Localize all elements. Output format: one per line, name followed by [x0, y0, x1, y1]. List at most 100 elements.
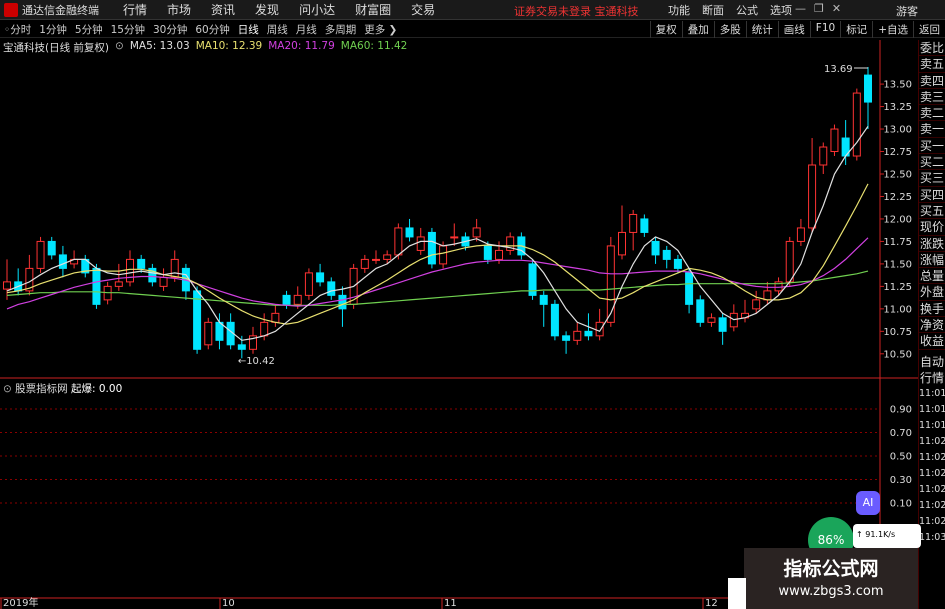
candle-body — [606, 245, 615, 323]
quote-labels: 委比 卖五 卖四 卖三 卖二 卖一 买一 买二 买三 买四 买五 现价 涨跌 涨幅 总量 外盘 换手 净资 收益 — [919, 40, 945, 350]
period-multi[interactable]: 多周期 — [321, 22, 361, 37]
watermark-title: 指标公式网 — [783, 558, 879, 580]
ma10-line — [6, 183, 869, 325]
x-tick-label: 2019年 — [3, 596, 38, 609]
candle-body — [271, 312, 280, 323]
period-fenshi[interactable]: ◦分时 — [0, 22, 35, 37]
y-tick-label: 13.50 — [883, 80, 912, 91]
period-more[interactable]: 更多 ❯ — [360, 22, 401, 37]
watermark-banner: 指标公式网 www.zbgs3.com — [744, 548, 918, 609]
menu-item-hangqing[interactable]: 行情 — [113, 1, 157, 18]
candle-body — [539, 294, 548, 305]
back-button[interactable]: 返回 — [913, 21, 945, 38]
ai-assistant-button[interactable]: AI — [856, 491, 880, 515]
quote-label: 外盘 — [919, 285, 945, 301]
period-weekly[interactable]: 周线 — [263, 22, 292, 37]
candle-body — [394, 227, 403, 256]
x-tick-label: 12 — [705, 598, 718, 609]
menu-item-jiaoyi[interactable]: 交易 — [401, 1, 445, 18]
menu-item-faxian[interactable]: 发现 — [245, 1, 289, 18]
candle-body — [864, 74, 872, 103]
guest-label[interactable]: 游客 — [896, 3, 918, 19]
y-tick-label: 11.75 — [883, 237, 912, 248]
quote-label: 委比 — [919, 41, 945, 57]
candle-body — [58, 254, 67, 269]
tick-time: 11:01 — [919, 388, 945, 400]
candle-body — [439, 245, 448, 265]
candle-body — [662, 249, 671, 260]
overlay-button[interactable]: 叠加 — [681, 21, 714, 38]
menu-item-duanmian[interactable]: 断面 — [696, 2, 730, 18]
draw-button[interactable]: 画线 — [777, 21, 810, 38]
candle-body — [282, 294, 291, 305]
quote-label: 买五 — [919, 203, 945, 220]
stats-button[interactable]: 统计 — [745, 21, 778, 38]
y-tick-label: 11.50 — [883, 259, 912, 270]
mark-button[interactable]: 标记 — [840, 21, 872, 38]
candle-body — [215, 321, 224, 341]
candle-body — [327, 281, 336, 296]
candle-body — [707, 317, 716, 323]
menu-item-gongneng[interactable]: 功能 — [662, 2, 696, 18]
close-icon[interactable]: ✕ — [832, 2, 841, 15]
period-5min[interactable]: 5分钟 — [71, 22, 107, 37]
candle-body — [718, 317, 727, 332]
menu-item-zixun[interactable]: 资讯 — [201, 1, 245, 18]
menu-item-shichang[interactable]: 市场 — [157, 1, 201, 18]
tick-time: 11:02 — [919, 452, 945, 464]
candle-body — [405, 227, 414, 238]
y-tick-label: 11.25 — [883, 282, 912, 293]
candle-body — [260, 321, 269, 337]
window-controls: — ❐ ✕ — [795, 2, 841, 15]
period-monthly[interactable]: 月线 — [292, 22, 321, 37]
period-toolbar: ◦分时 1分钟 5分钟 15分钟 30分钟 60分钟 日线 周线 月线 多周期 … — [0, 21, 945, 38]
y-tick-label: 12.00 — [883, 214, 912, 225]
candle-body — [114, 281, 123, 287]
menu-item-wenxiaoda[interactable]: 问小达 — [289, 1, 345, 18]
period-daily[interactable]: 日线 — [234, 22, 263, 37]
candle-body — [696, 299, 705, 323]
y-tick-label: 13.25 — [883, 102, 912, 113]
candle-body — [36, 240, 45, 269]
menu-item-xuanxiang[interactable]: 选项 — [764, 2, 798, 18]
restore-icon[interactable]: ❐ — [814, 2, 824, 15]
period-1min[interactable]: 1分钟 — [35, 22, 71, 37]
quote-label: 买四 — [919, 187, 945, 203]
multi-stock-button[interactable]: 多股 — [713, 21, 746, 38]
speed-card: ↑ 91.1K/s — [853, 524, 921, 548]
f10-button[interactable]: F10 — [809, 21, 840, 38]
fuquan-button[interactable]: 复权 — [649, 21, 682, 38]
quote-label: 净资 — [919, 318, 945, 334]
login-notice[interactable]: 证券交易未登录 宝通科技 — [514, 3, 639, 19]
minimize-icon[interactable]: — — [795, 2, 806, 15]
menu-bar: 通达信金融终端 行情 市场 资讯 发现 问小达 财富圈 交易 证券交易未登录 宝… — [0, 0, 945, 20]
menu-item-caifuquan[interactable]: 财富圈 — [345, 1, 401, 18]
candle-body — [640, 218, 649, 233]
quote-label[interactable]: 行情 — [919, 370, 945, 386]
quote-label[interactable]: 自动 — [919, 354, 945, 370]
add-watchlist-button[interactable]: +自选 — [872, 21, 913, 38]
indicator-name[interactable]: 股票指标网 — [15, 383, 68, 395]
quote-label: 涨跌 — [919, 236, 945, 252]
indicator-settings-icon[interactable]: ⊙ — [3, 383, 12, 395]
candle-body — [304, 272, 313, 296]
y-tick-label: 10.50 — [883, 349, 912, 360]
period-30min[interactable]: 30分钟 — [149, 22, 191, 37]
quote-label: 卖二 — [919, 106, 945, 122]
quote-label: 换手 — [919, 301, 945, 318]
sub-y-tick-label: 0.90 — [890, 405, 912, 416]
candle-body — [785, 240, 794, 283]
candle-body — [360, 258, 369, 269]
sub-y-tick-label: 0.10 — [890, 499, 912, 510]
quote-labels-2: 自动 行情 — [919, 354, 945, 387]
candle-body — [92, 267, 101, 305]
candle-body — [170, 258, 179, 278]
period-15min[interactable]: 15分钟 — [107, 22, 149, 37]
menu-item-gongshi[interactable]: 公式 — [730, 2, 764, 18]
app-title: 通达信金融终端 — [22, 3, 99, 17]
candle-body — [416, 236, 425, 251]
kline-chart[interactable]: 13.50 13.25 13.00 12.75 12.50 12.25 12.00 11.75… — [0, 40, 918, 609]
candle-body — [47, 240, 56, 256]
period-60min[interactable]: 60分钟 — [191, 22, 233, 37]
quote-label: 现价 — [919, 220, 945, 236]
